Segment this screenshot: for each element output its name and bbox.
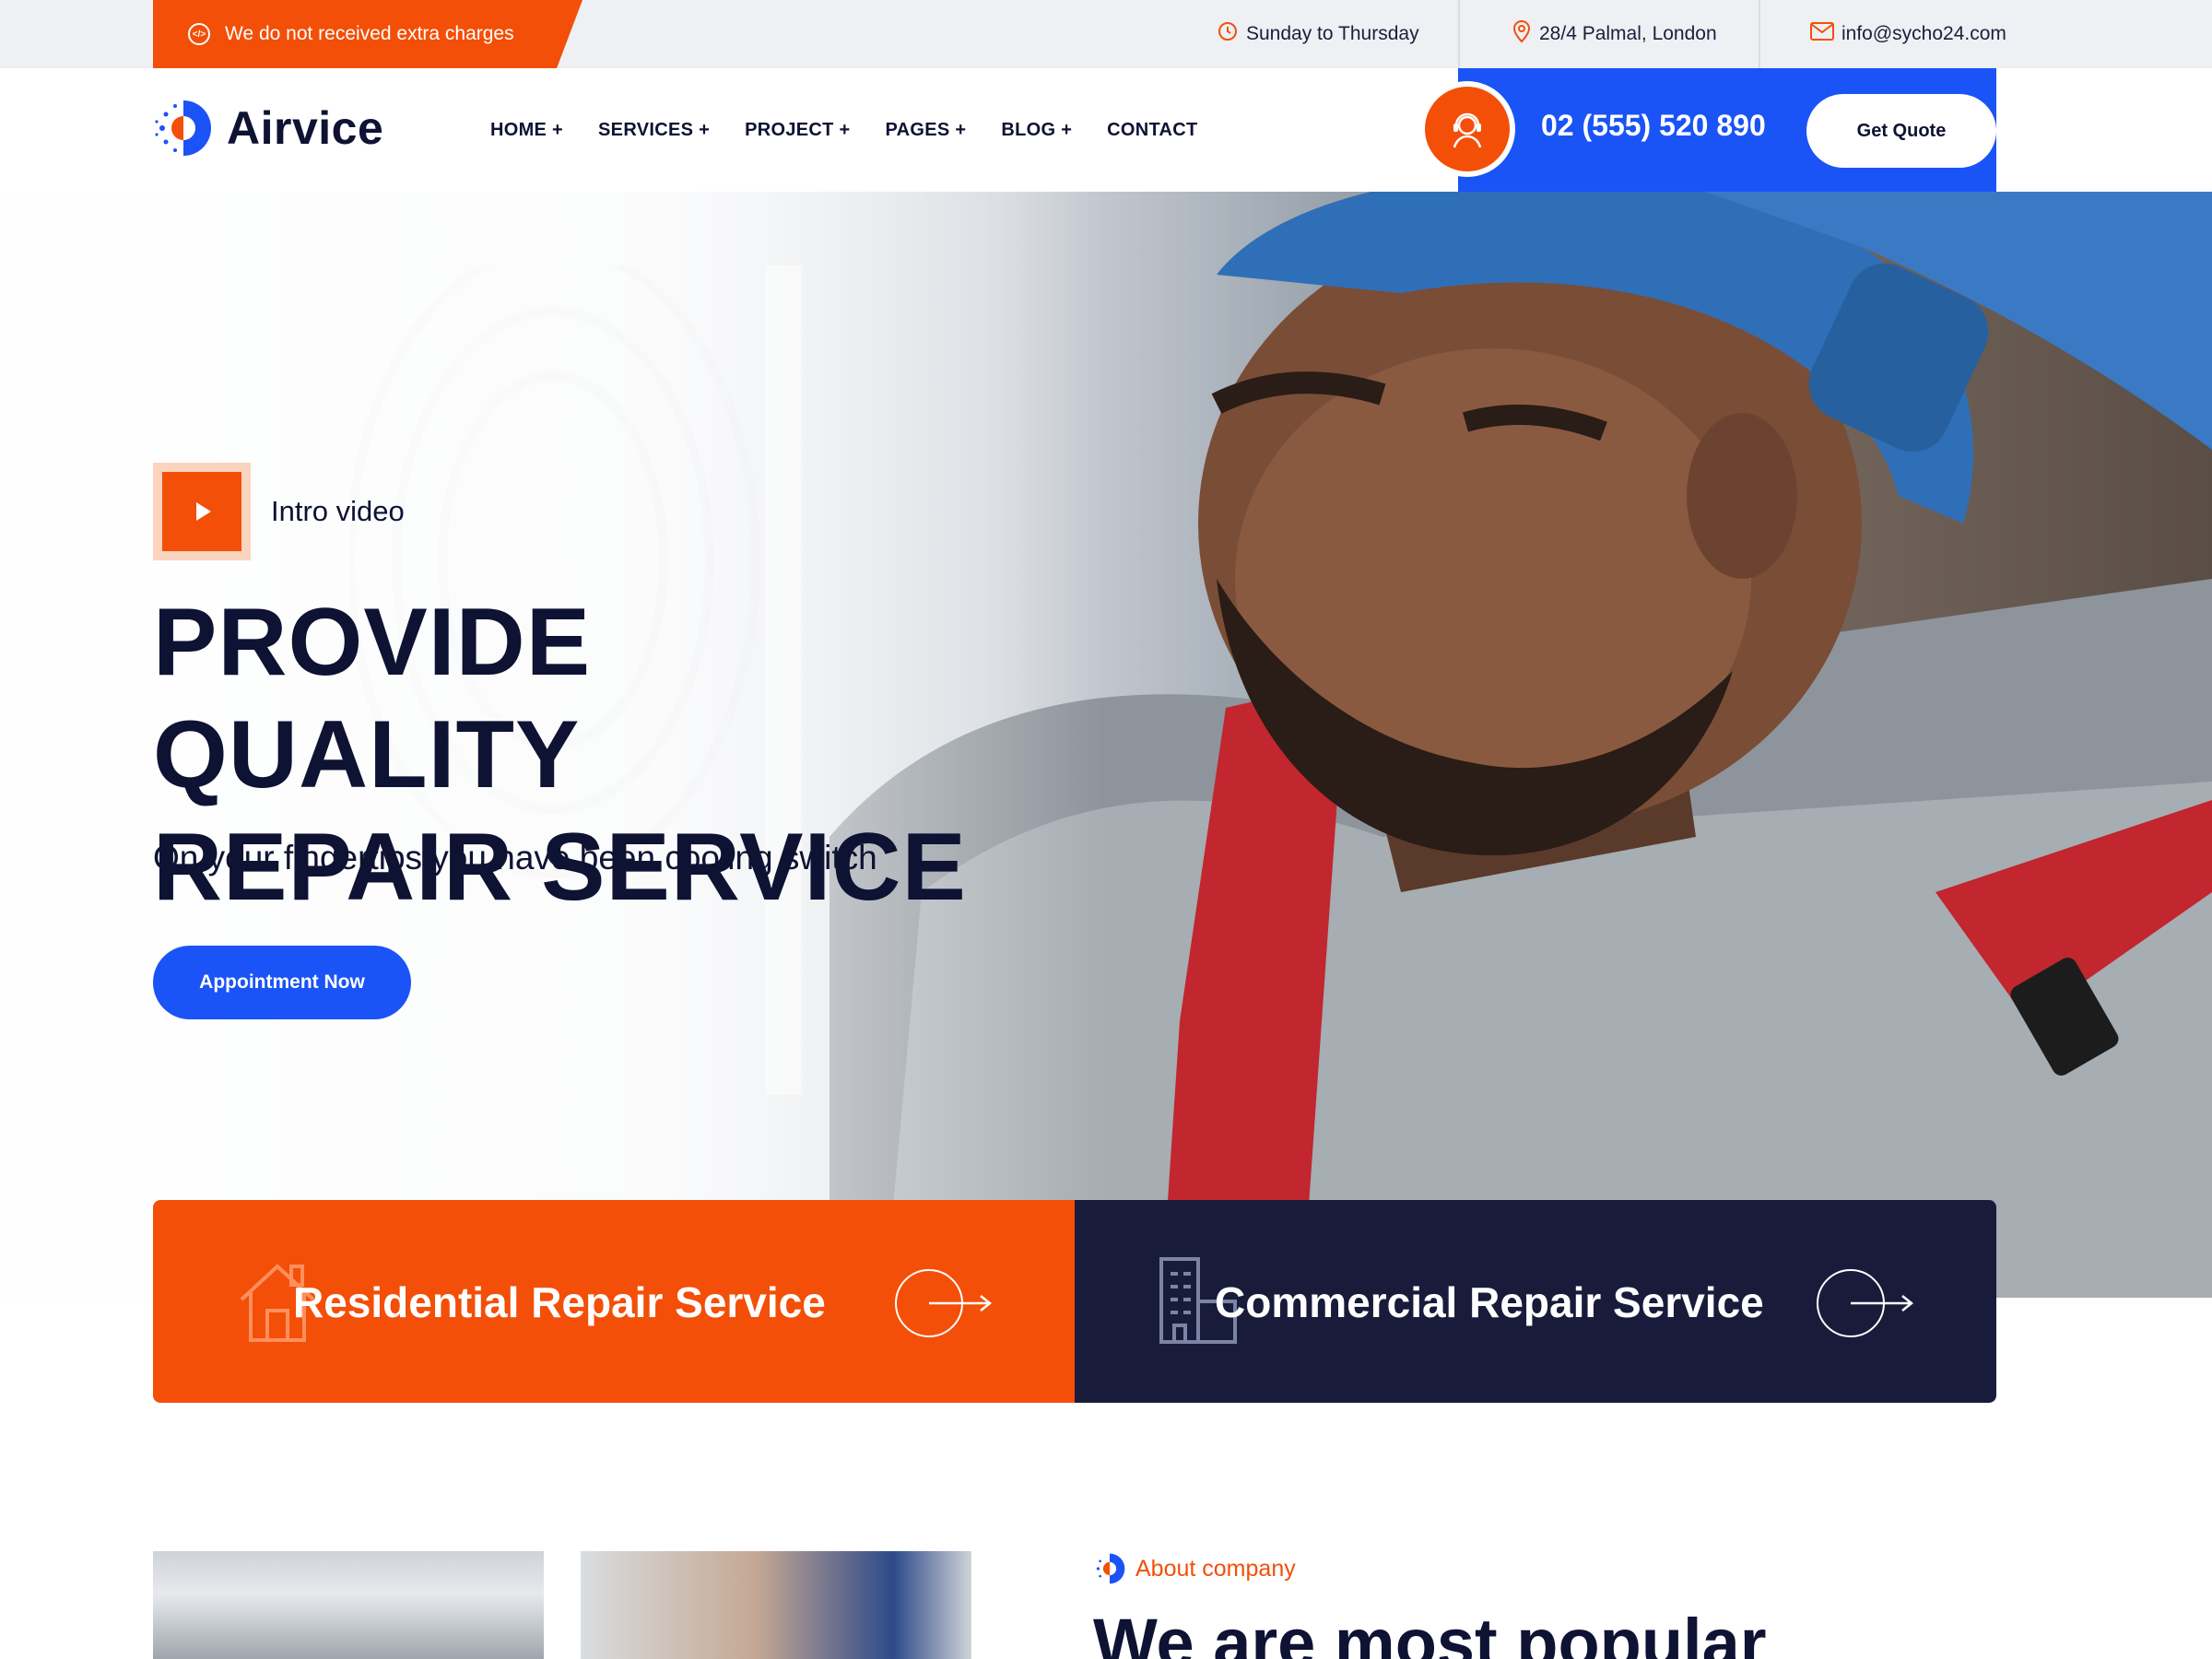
code-icon: </> (188, 23, 210, 45)
hours-info: Sunday to Thursday (1217, 0, 1419, 68)
clock-icon (1217, 20, 1239, 48)
play-icon (196, 502, 211, 521)
address-text: 28/4 Palmal, London (1539, 23, 1717, 44)
about-title: We are most popular (1093, 1605, 1767, 1659)
divider (1759, 0, 1760, 68)
nav-services[interactable]: SERVICES + (598, 120, 710, 141)
service-card-title: Commercial Repair Service (1215, 1278, 1764, 1326)
about-kicker-text: About company (1135, 1555, 1296, 1582)
play-button[interactable] (153, 463, 251, 560)
about-image-ac-unit (153, 1551, 544, 1659)
service-card-commercial[interactable]: Commercial Repair Service (1075, 1200, 1996, 1403)
nav-pages[interactable]: PAGES + (885, 120, 966, 141)
main-header: Airvice HOME + SERVICES + PROJECT + PAGE… (0, 68, 2212, 192)
promo-banner: </> We do not received extra charges (153, 0, 582, 68)
promo-text: We do not received extra charges (225, 23, 514, 44)
email-link[interactable]: info@sycho24.com (1841, 23, 2006, 45)
headset-icon (1425, 87, 1510, 171)
hero-title-line1: PROVIDE QUALITY (153, 589, 592, 808)
intro-video[interactable]: Intro video (153, 463, 405, 560)
divider (1458, 0, 1460, 68)
logo[interactable]: Airvice (153, 98, 383, 159)
arrow-right-icon[interactable] (894, 1268, 995, 1338)
location-pin-icon (1512, 19, 1532, 49)
support-badge (1419, 81, 1515, 177)
nav-blog[interactable]: BLOG + (1001, 120, 1072, 141)
hours-text: Sunday to Thursday (1246, 23, 1419, 44)
get-quote-button[interactable]: Get Quote (1806, 94, 1996, 168)
top-bar: </> We do not received extra charges Sun… (0, 0, 2212, 68)
arrow-right-icon[interactable] (1816, 1268, 1917, 1338)
intro-video-label: Intro video (271, 495, 405, 527)
play-icon-frame (162, 472, 241, 551)
mail-icon (1810, 22, 1834, 46)
main-nav: HOME + SERVICES + PROJECT + PAGES + BLOG… (490, 68, 1233, 192)
service-card-title: Residential Repair Service (293, 1278, 826, 1326)
logo-icon (1096, 1553, 1125, 1584)
address-info: 28/4 Palmal, London (1512, 0, 1717, 68)
hero-subtitle: On your fingertips you have been cooling… (153, 839, 877, 877)
logo-icon (153, 98, 214, 159)
nav-home[interactable]: HOME + (490, 120, 563, 141)
about-kicker: About company (1093, 1552, 1296, 1585)
appointment-button[interactable]: Appointment Now (153, 946, 411, 1019)
about-image-technician (581, 1551, 971, 1659)
email-info[interactable]: info@sycho24.com (1810, 0, 2006, 68)
service-card-residential[interactable]: Residential Repair Service (153, 1200, 1075, 1403)
logo-text: Airvice (227, 102, 384, 154)
phone-number[interactable]: 02 (555) 520 890 (1541, 109, 1766, 143)
nav-contact[interactable]: CONTACT (1107, 120, 1197, 141)
nav-project[interactable]: PROJECT + (745, 120, 850, 141)
